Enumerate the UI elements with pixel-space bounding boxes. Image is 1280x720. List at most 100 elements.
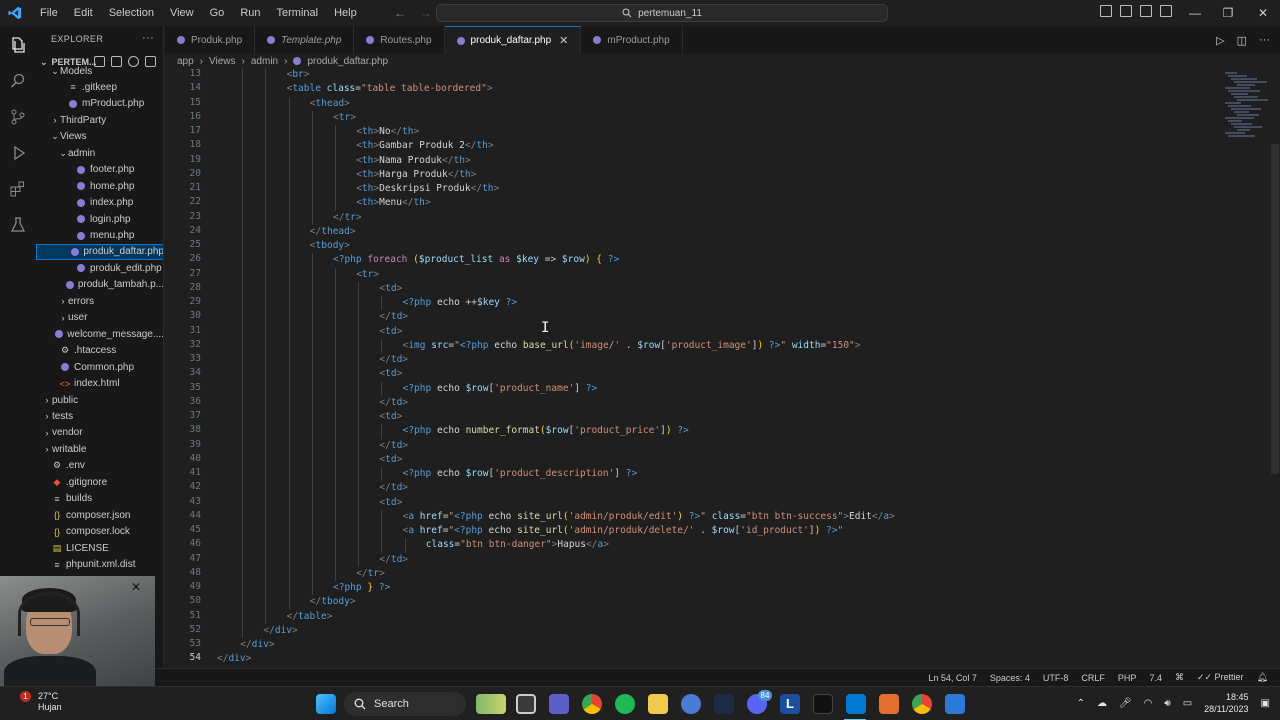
tree-item[interactable]: › errors — [36, 293, 163, 309]
code-line[interactable]: <tr> — [333, 111, 356, 125]
code-line[interactable]: <?php foreach ($product_list as $key => … — [333, 253, 619, 267]
xampp-icon[interactable] — [879, 694, 899, 714]
tree-item[interactable]: {} composer.json — [36, 507, 163, 523]
tab-template[interactable]: Template.php — [255, 26, 355, 54]
code-line[interactable]: <th>Harga Produk</th> — [356, 168, 476, 182]
code-line[interactable]: <img src="<?php echo base_url('image/' .… — [403, 339, 861, 353]
notification-center-icon[interactable]: ▣ — [1261, 698, 1270, 709]
close-window-icon[interactable]: ✕ — [1248, 0, 1278, 26]
minimap[interactable] — [1217, 68, 1273, 138]
tree-item[interactable]: › vendor — [36, 425, 163, 441]
tree-item[interactable]: › writable — [36, 441, 163, 457]
code-line[interactable]: <td> — [379, 282, 402, 296]
code-line[interactable]: <a href="<?php echo site_url('admin/prod… — [403, 524, 844, 538]
editor-scrollbar[interactable] — [1271, 144, 1279, 474]
code-line[interactable]: </td> — [379, 353, 408, 367]
more-actions-icon[interactable]: ··· — [142, 32, 154, 44]
tab-produk[interactable]: Produk.php — [165, 26, 256, 54]
extensions-icon[interactable] — [8, 179, 28, 199]
remote-desktop-icon[interactable] — [945, 694, 965, 714]
forward-arrow-icon[interactable]: → — [420, 6, 432, 20]
code-line[interactable]: <br> — [287, 68, 310, 82]
menu-terminal[interactable]: Terminal — [269, 0, 327, 26]
breadcrumb-item[interactable]: app — [177, 56, 194, 67]
code-line[interactable]: <?php echo ++$key ?> — [403, 296, 517, 310]
tree-item[interactable]: welcome_message.... — [36, 326, 163, 342]
code-line[interactable]: </tr> — [356, 567, 385, 581]
code-line[interactable]: <tr> — [356, 268, 379, 282]
explorer-icon[interactable] — [8, 35, 28, 55]
menu-help[interactable]: Help — [326, 0, 365, 26]
tag-icon[interactable]: ⌘ — [1175, 672, 1184, 683]
run-icon[interactable]: ▷ — [1216, 34, 1224, 47]
code-editor[interactable]: 13 14 15 16 17 18 19 20 21 22 23 24 25 26 27 28 29 30 31 32… — [165, 68, 1280, 668]
code-line[interactable]: <?php echo $row['product_description'] ?… — [403, 467, 638, 481]
volume-icon[interactable]: 🔊︎ — [1164, 698, 1170, 709]
microphone-icon[interactable]: 🎤︎ — [1119, 698, 1132, 709]
menu-edit[interactable]: Edit — [66, 0, 101, 26]
tree-item[interactable]: <> index.html — [36, 376, 163, 392]
tree-item[interactable]: ≡ phpunit.xml.dist — [36, 557, 163, 573]
tree-item[interactable]: produk_edit.php — [36, 260, 163, 276]
code-line[interactable]: <table class="table table-bordered"> — [287, 82, 493, 96]
onedrive-icon[interactable]: ☁ — [1097, 698, 1107, 709]
toggle-secondary-sidebar-icon[interactable] — [1140, 5, 1152, 17]
chevron-up-icon[interactable]: ⌃ — [1077, 698, 1085, 709]
tree-item[interactable]: home.php — [36, 178, 163, 194]
code-line[interactable]: <td> — [379, 453, 402, 467]
tree-item[interactable]: ≡ builds — [36, 491, 163, 507]
code-line[interactable]: </td> — [379, 439, 408, 453]
tree-item[interactable]: ⌄ Models — [36, 63, 163, 79]
chrome-icon[interactable] — [582, 694, 602, 714]
tab-mproduct[interactable]: mProduct.php — [581, 26, 683, 54]
spotify-icon[interactable] — [615, 694, 635, 714]
code-line[interactable]: <td> — [379, 410, 402, 424]
tree-item[interactable]: ◆ .gitignore — [36, 474, 163, 490]
prettier-status[interactable]: ✓✓ Prettier — [1197, 672, 1244, 683]
code-line[interactable]: </td> — [379, 481, 408, 495]
menu-run[interactable]: Run — [232, 0, 268, 26]
tree-item[interactable]: ⚙ .env — [36, 458, 163, 474]
encoding[interactable]: UTF-8 — [1043, 673, 1069, 683]
code-line[interactable]: </td> — [379, 310, 408, 324]
file-explorer-icon[interactable] — [648, 694, 668, 714]
code-line[interactable]: </thead> — [310, 225, 356, 239]
code-line[interactable]: <th>Deskripsi Produk</th> — [356, 182, 499, 196]
line-endings[interactable]: CRLF — [1081, 673, 1105, 683]
clock[interactable]: 18:45 28/11/2023 — [1204, 691, 1248, 715]
tree-item[interactable]: ⌄ admin — [36, 145, 163, 161]
code-line[interactable]: </div> — [263, 624, 297, 638]
close-tab-icon[interactable]: ✕ — [559, 34, 568, 47]
tree-item[interactable]: › tests — [36, 408, 163, 424]
task-view-icon[interactable] — [516, 694, 536, 714]
language-mode[interactable]: PHP — [1118, 673, 1137, 683]
news-widget-icon[interactable] — [476, 694, 506, 714]
php-version[interactable]: 7.4 — [1149, 673, 1162, 683]
tree-item[interactable]: › ThirdParty — [36, 112, 163, 128]
battery-icon[interactable]: ▭ — [1183, 698, 1192, 709]
menu-selection[interactable]: Selection — [101, 0, 162, 26]
code-line[interactable]: </tr> — [333, 211, 362, 225]
code-line[interactable]: <th>Menu</th> — [356, 196, 430, 210]
code-line[interactable]: </td> — [379, 553, 408, 567]
tree-item[interactable]: › public — [36, 392, 163, 408]
tree-item[interactable]: {} composer.lock — [36, 524, 163, 540]
breadcrumb-item[interactable]: admin — [251, 56, 278, 67]
code-line[interactable]: </table> — [287, 610, 333, 624]
maximize-icon[interactable]: ❐ — [1213, 0, 1243, 26]
toggle-panel-icon[interactable] — [1120, 5, 1132, 17]
code-line[interactable]: <?php } ?> — [333, 581, 390, 595]
testing-icon[interactable] — [8, 215, 28, 235]
calculator-icon[interactable] — [714, 694, 734, 714]
code-line[interactable]: <td> — [379, 496, 402, 510]
tree-item[interactable]: produk_daftar.php — [36, 243, 163, 260]
minimize-icon[interactable]: — — [1180, 0, 1210, 26]
code-line[interactable]: <a href="<?php echo site_url('admin/prod… — [403, 510, 895, 524]
launcher-l-icon[interactable]: L — [780, 694, 800, 714]
tree-item[interactable]: mProduct.php — [36, 96, 163, 112]
cursor-position[interactable]: Ln 54, Col 7 — [928, 673, 977, 683]
indentation[interactable]: Spaces: 4 — [990, 673, 1030, 683]
more-icon[interactable]: ··· — [1259, 34, 1270, 47]
breadcrumb-item[interactable]: produk_daftar.php — [307, 56, 388, 67]
vscode-taskbar-icon[interactable] — [846, 694, 866, 714]
